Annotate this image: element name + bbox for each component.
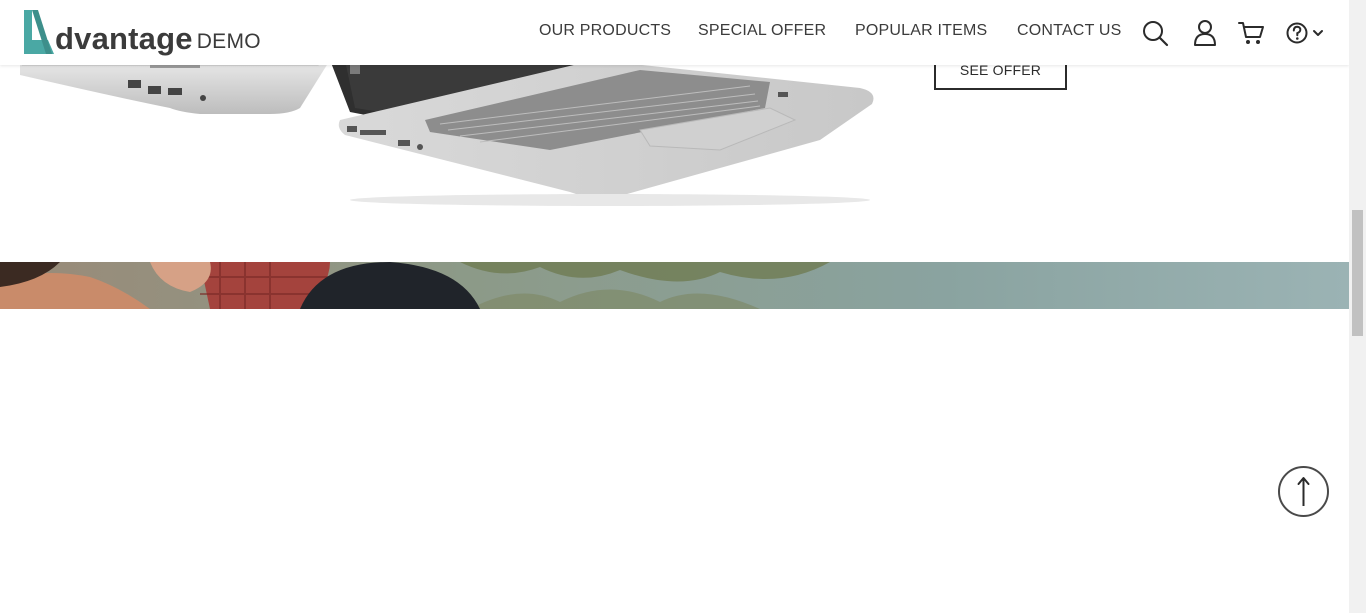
chevron-down-icon <box>1313 30 1323 36</box>
logo-demo: DEMO <box>196 30 261 53</box>
nav-popular-items[interactable]: POPULAR ITEMS <box>855 22 987 40</box>
logo-mark-icon <box>24 10 54 54</box>
cart-icon[interactable] <box>1237 19 1265 47</box>
back-to-top-button[interactable] <box>1278 466 1329 517</box>
search-icon[interactable] <box>1141 19 1169 47</box>
logo-word: dvantage <box>55 21 193 56</box>
page: SEE OFFER dvantage DEMO OUR PRODUCTS SPE… <box>0 0 1366 613</box>
nav-special-offer[interactable]: SPECIAL OFFER <box>698 22 826 40</box>
vertical-scrollbar[interactable] <box>1349 0 1366 613</box>
logo[interactable]: dvantage DEMO <box>22 10 261 56</box>
arrow-up-icon <box>1297 477 1310 506</box>
help-menu[interactable] <box>1285 19 1327 47</box>
scrollbar-thumb[interactable] <box>1352 210 1363 336</box>
nav-our-products[interactable]: OUR PRODUCTS <box>539 22 671 40</box>
nav-contact-us[interactable]: CONTACT US <box>1017 22 1122 40</box>
user-icon[interactable] <box>1191 19 1219 47</box>
site-header: dvantage DEMO OUR PRODUCTS SPECIAL OFFER… <box>0 0 1349 65</box>
promo-photo-strip <box>0 262 1349 309</box>
help-icon <box>1286 22 1308 44</box>
